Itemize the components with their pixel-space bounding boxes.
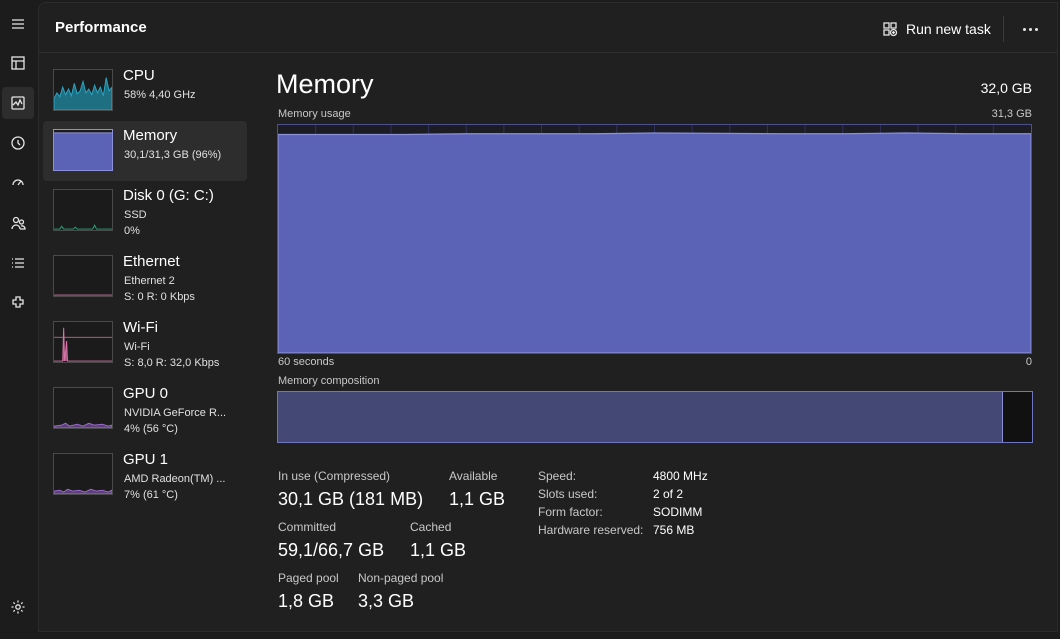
form-factor-value: SODIMM	[653, 505, 703, 519]
device-name: Ethernet	[123, 253, 180, 270]
users-icon[interactable]	[2, 207, 34, 239]
memory-usage-max: 31,3 GB	[991, 108, 1032, 120]
paged-pool-label: Paged pool	[278, 571, 339, 585]
ethernet-thumbnail-graph	[53, 255, 113, 297]
chart-axis-right-label: 0	[1025, 356, 1032, 368]
device-detail-secondary: 0%	[124, 225, 140, 237]
more-options-icon[interactable]	[1017, 17, 1043, 41]
performance-icon[interactable]	[2, 87, 34, 119]
hamburger-menu-icon[interactable]	[2, 8, 34, 40]
cpu-thumbnail-graph	[53, 69, 113, 111]
toolbar-divider	[1003, 16, 1004, 42]
device-detail-secondary: S: 8,0 R: 32,0 Kbps	[124, 357, 220, 369]
startup-apps-icon[interactable]	[2, 167, 34, 199]
device-detail: Wi-Fi	[124, 341, 150, 353]
hardware-reserved-value: 756 MB	[653, 523, 695, 537]
committed-value: 59,1/66,7 GB	[278, 540, 385, 560]
memory-thumbnail-graph	[53, 129, 113, 171]
chart-axis-left-label: 60 seconds	[278, 356, 335, 368]
device-detail-secondary: 4% (56 °C)	[124, 423, 178, 435]
processes-icon[interactable]	[2, 47, 34, 79]
memory-usage-area	[278, 132, 1031, 353]
paged-pool-value: 1,8 GB	[278, 591, 335, 611]
slots-used-label: Slots used:	[538, 487, 598, 501]
navigation-rail	[0, 0, 38, 639]
device-item-gpu-1[interactable]: GPU 1 AMD Radeon(TM) ... 7% (61 °C)	[43, 445, 247, 505]
device-item-cpu[interactable]: CPU 58% 4,40 GHz	[43, 61, 247, 121]
device-detail: AMD Radeon(TM) ...	[124, 473, 226, 485]
device-detail-secondary: S: 0 R: 0 Kbps	[124, 291, 195, 303]
app-history-icon[interactable]	[2, 127, 34, 159]
disk-thumbnail-graph	[53, 189, 113, 231]
device-name: CPU	[123, 67, 155, 84]
cached-value: 1,1 GB	[410, 540, 467, 560]
memory-usage-svg	[278, 125, 1031, 353]
non-paged-pool-value: 3,3 GB	[358, 591, 415, 611]
device-item-ethernet[interactable]: Ethernet Ethernet 2 S: 0 R: 0 Kbps	[43, 247, 247, 307]
device-item-memory[interactable]: Memory 30,1/31,3 GB (96%)	[43, 121, 247, 181]
speed-label: Speed:	[538, 469, 577, 483]
in-use-label: In use (Compressed)	[278, 469, 391, 483]
settings-icon[interactable]	[2, 591, 34, 623]
slots-used-value: 2 of 2	[653, 487, 684, 501]
memory-in-use-segment	[278, 392, 1004, 442]
form-factor-label: Form factor:	[538, 505, 603, 519]
gpu-1-thumbnail-graph	[53, 453, 113, 495]
gpu-0-thumbnail-graph	[53, 387, 113, 429]
device-name: Disk 0 (G: C:)	[123, 187, 214, 204]
non-paged-pool-label: Non-paged pool	[358, 571, 444, 585]
memory-heading: Memory	[276, 69, 374, 99]
hardware-reserved-label: Hardware reserved:	[538, 523, 644, 537]
device-detail: Ethernet 2	[124, 275, 175, 287]
available-label: Available	[449, 469, 498, 483]
device-name: Wi-Fi	[123, 319, 158, 336]
services-icon[interactable]	[2, 287, 34, 319]
title-bar: Performance Run new task	[39, 3, 1057, 53]
run-new-task-button[interactable]: Run new task	[882, 17, 991, 41]
in-use-value: 30,1 GB (181 MB)	[278, 489, 424, 509]
run-new-task-label: Run new task	[906, 21, 991, 37]
memory-composition-label: Memory composition	[278, 375, 380, 387]
device-name: Memory	[123, 127, 178, 144]
device-item-disk-0[interactable]: Disk 0 (G: C:) SSD 0%	[43, 181, 247, 241]
memory-total: 32,0 GB	[980, 80, 1032, 96]
cached-label: Cached	[410, 520, 452, 534]
device-name: GPU 0	[123, 385, 169, 402]
device-item-wifi[interactable]: Wi-Fi Wi-Fi S: 8,0 R: 32,0 Kbps	[43, 313, 247, 373]
window-bottom-edge	[38, 632, 1060, 639]
device-detail: NVIDIA GeForce R...	[124, 407, 227, 419]
page-title: Performance	[55, 19, 147, 36]
memory-usage-chart	[277, 124, 1032, 354]
device-detail: 58% 4,40 GHz	[124, 89, 196, 101]
details-icon[interactable]	[2, 247, 34, 279]
committed-label: Committed	[278, 520, 337, 534]
device-detail: 30,1/31,3 GB (96%)	[124, 149, 222, 161]
main-panel: Performance Run new task CPU 58% 4,40 GH…	[38, 2, 1058, 632]
memory-usage-label: Memory usage	[278, 108, 351, 120]
memory-composition-bar	[277, 391, 1033, 443]
device-name: GPU 1	[123, 451, 169, 468]
device-detail: SSD	[124, 209, 147, 221]
device-detail-secondary: 7% (61 °C)	[124, 489, 178, 501]
device-item-gpu-0[interactable]: GPU 0 NVIDIA GeForce R... 4% (56 °C)	[43, 379, 247, 439]
wifi-thumbnail-graph	[53, 321, 113, 363]
available-value: 1,1 GB	[449, 489, 506, 509]
speed-value: 4800 MHz	[653, 469, 708, 483]
run-task-icon	[883, 22, 898, 37]
